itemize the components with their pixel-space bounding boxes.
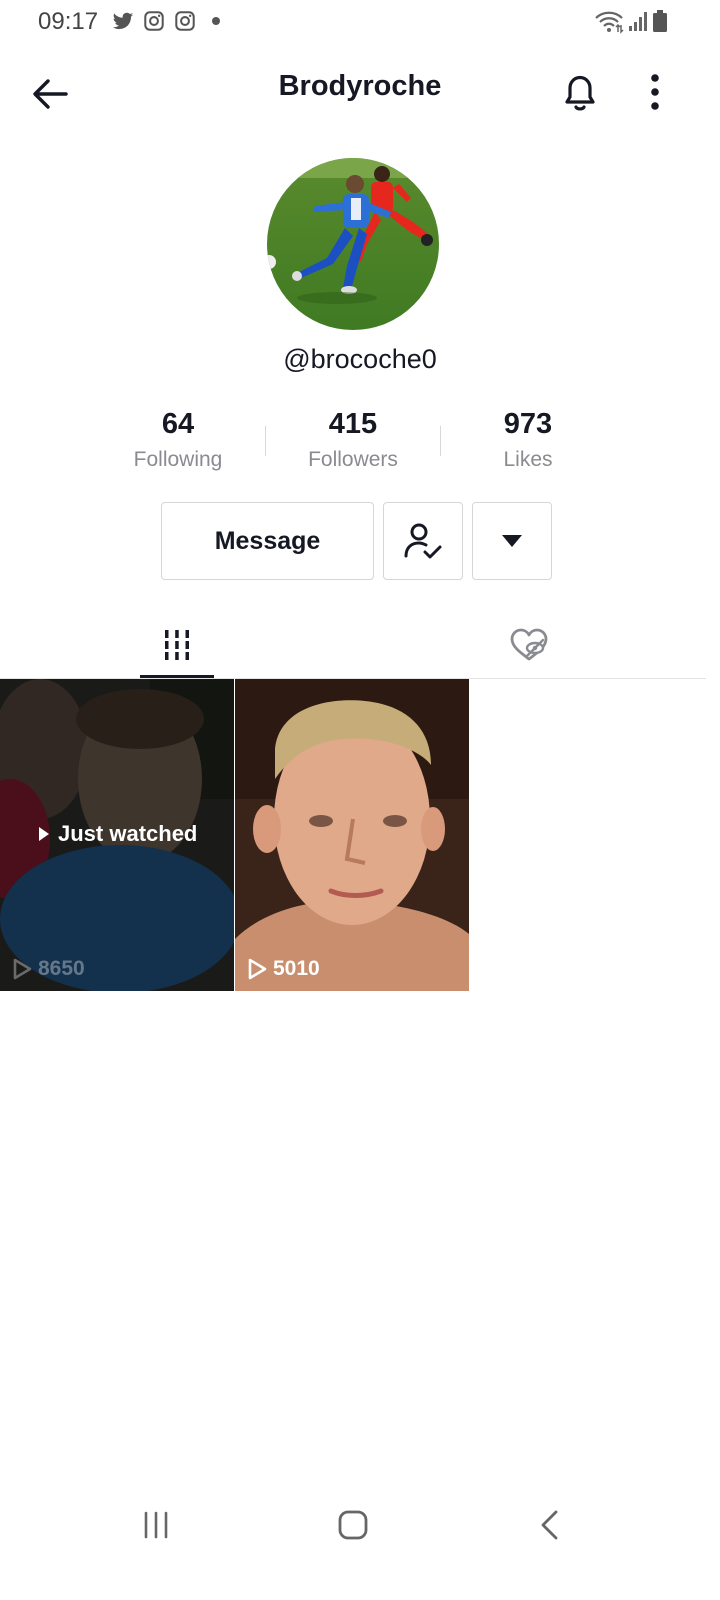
- play-triangle-icon: [39, 827, 49, 841]
- play-outline-icon: [13, 958, 32, 980]
- tab-videos[interactable]: [140, 612, 214, 678]
- followers-label: Followers: [308, 448, 398, 471]
- view-count: 8650: [12, 957, 85, 981]
- recent-apps-button[interactable]: [126, 1500, 186, 1550]
- play-outline-icon: [248, 958, 267, 980]
- caret-down-icon: [502, 535, 522, 547]
- stat-divider: [440, 426, 441, 456]
- stat-following[interactable]: 64 Following: [98, 404, 258, 472]
- back-button[interactable]: [28, 72, 72, 116]
- video-thumbnail[interactable]: 5010: [235, 679, 469, 991]
- instagram-icon: [143, 10, 165, 32]
- video-thumbnail[interactable]: Just watched 8650: [0, 679, 234, 991]
- home-icon: [338, 1510, 368, 1540]
- message-button[interactable]: Message: [161, 502, 374, 580]
- following-count: 64: [161, 408, 195, 440]
- just-watched-badge: Just watched: [38, 821, 197, 847]
- wifi-icon: [594, 10, 624, 34]
- username-handle: @brocoche0: [283, 344, 437, 374]
- view-count-value: 5010: [273, 957, 320, 980]
- recent-apps-icon: [144, 1511, 168, 1539]
- status-bar: 09:17: [0, 0, 720, 44]
- followers-count: 415: [328, 408, 378, 440]
- signal-icon: [628, 10, 648, 32]
- user-check-icon: [404, 523, 442, 559]
- suggested-accounts-dropdown[interactable]: [472, 502, 552, 580]
- twitter-icon: [112, 10, 134, 32]
- avatar-photo: [267, 158, 439, 330]
- heart-hidden-icon: [510, 628, 548, 661]
- stat-likes[interactable]: 973 Likes: [448, 404, 608, 472]
- following-status-button[interactable]: [383, 502, 463, 580]
- likes-label: Likes: [503, 448, 553, 471]
- bell-icon: [565, 75, 595, 111]
- battery-icon: [652, 9, 668, 33]
- system-back-button[interactable]: [520, 1500, 580, 1550]
- back-icon: [541, 1510, 558, 1540]
- video-thumbnail-image: [235, 679, 469, 991]
- notification-dot-icon: [212, 17, 220, 25]
- status-time: 09:17: [38, 8, 99, 35]
- following-label: Following: [133, 448, 223, 471]
- notifications-button[interactable]: [558, 70, 602, 114]
- just-watched-label: Just watched: [58, 821, 198, 846]
- view-count: 5010: [247, 957, 320, 981]
- stat-divider: [265, 426, 266, 456]
- tab-liked-videos[interactable]: [492, 612, 566, 678]
- instagram-icon: [174, 10, 196, 32]
- vertical-dots-icon: [651, 74, 659, 110]
- home-button[interactable]: [323, 1500, 383, 1550]
- view-count-value: 8650: [38, 957, 85, 980]
- likes-count: 973: [503, 408, 553, 440]
- avatar[interactable]: [267, 158, 439, 330]
- arrow-left-icon: [33, 79, 68, 109]
- page-title: Brodyroche: [278, 70, 442, 102]
- stat-followers[interactable]: 415 Followers: [273, 404, 433, 472]
- more-options-button[interactable]: [640, 70, 670, 114]
- grid-columns-icon: [165, 630, 189, 660]
